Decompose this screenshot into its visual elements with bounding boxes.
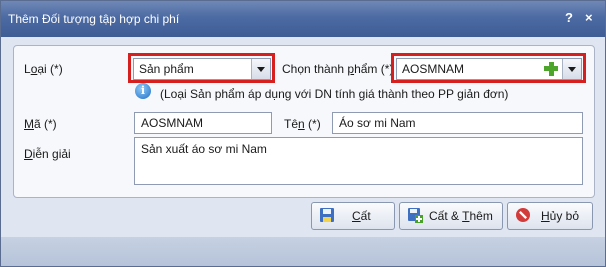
ma-label: Mã (*)	[24, 117, 57, 131]
huy-bo-button[interactable]: Hủy bỏ	[507, 202, 593, 230]
plus-icon[interactable]	[543, 61, 559, 77]
help-button[interactable]: ?	[565, 10, 573, 25]
floppy-add-icon	[408, 208, 423, 223]
chon-thanh-pham-value: AOSMNAM	[402, 62, 465, 76]
ten-value: Áo sơ mi Nam	[339, 116, 416, 130]
chon-thanh-pham-select[interactable]: AOSMNAM	[396, 58, 582, 80]
dien-giai-field[interactable]: Sản xuất áo sơ mi Nam	[134, 137, 583, 185]
cat-button[interactable]: Cất	[311, 202, 395, 230]
info-text: (Loại Sản phẩm áp dụng với DN tính giá t…	[160, 87, 509, 101]
chevron-down-icon[interactable]	[562, 59, 581, 79]
loai-value: Sản phẩm	[139, 62, 194, 76]
info-icon: i	[135, 83, 151, 99]
ma-value: AOSMNAM	[141, 116, 204, 130]
loai-label: Loại (*)	[24, 62, 63, 76]
chon-thanh-pham-label: Chọn thành phẩm (*)	[282, 62, 394, 76]
bottom-bar	[1, 237, 605, 266]
dien-giai-label: Diễn giải	[24, 147, 71, 161]
dialog-window: Thêm Đối tượng tập hợp chi phí ? × Loại …	[0, 0, 606, 267]
dialog-title: Thêm Đối tượng tập hợp chi phí	[8, 12, 180, 26]
close-button[interactable]: ×	[585, 10, 593, 25]
dien-giai-value: Sản xuất áo sơ mi Nam	[141, 142, 267, 156]
ten-field[interactable]: Áo sơ mi Nam	[332, 112, 583, 134]
chevron-down-icon[interactable]	[251, 59, 270, 79]
floppy-icon	[320, 208, 334, 222]
ma-field[interactable]: AOSMNAM	[134, 112, 272, 134]
loai-select[interactable]: Sản phẩm	[133, 58, 271, 80]
title-bar: Thêm Đối tượng tập hợp chi phí ? ×	[1, 1, 605, 37]
ten-label: Tên (*)	[284, 117, 321, 131]
cancel-icon	[516, 208, 530, 222]
cat-them-button[interactable]: Cất & Thêm	[399, 202, 503, 230]
